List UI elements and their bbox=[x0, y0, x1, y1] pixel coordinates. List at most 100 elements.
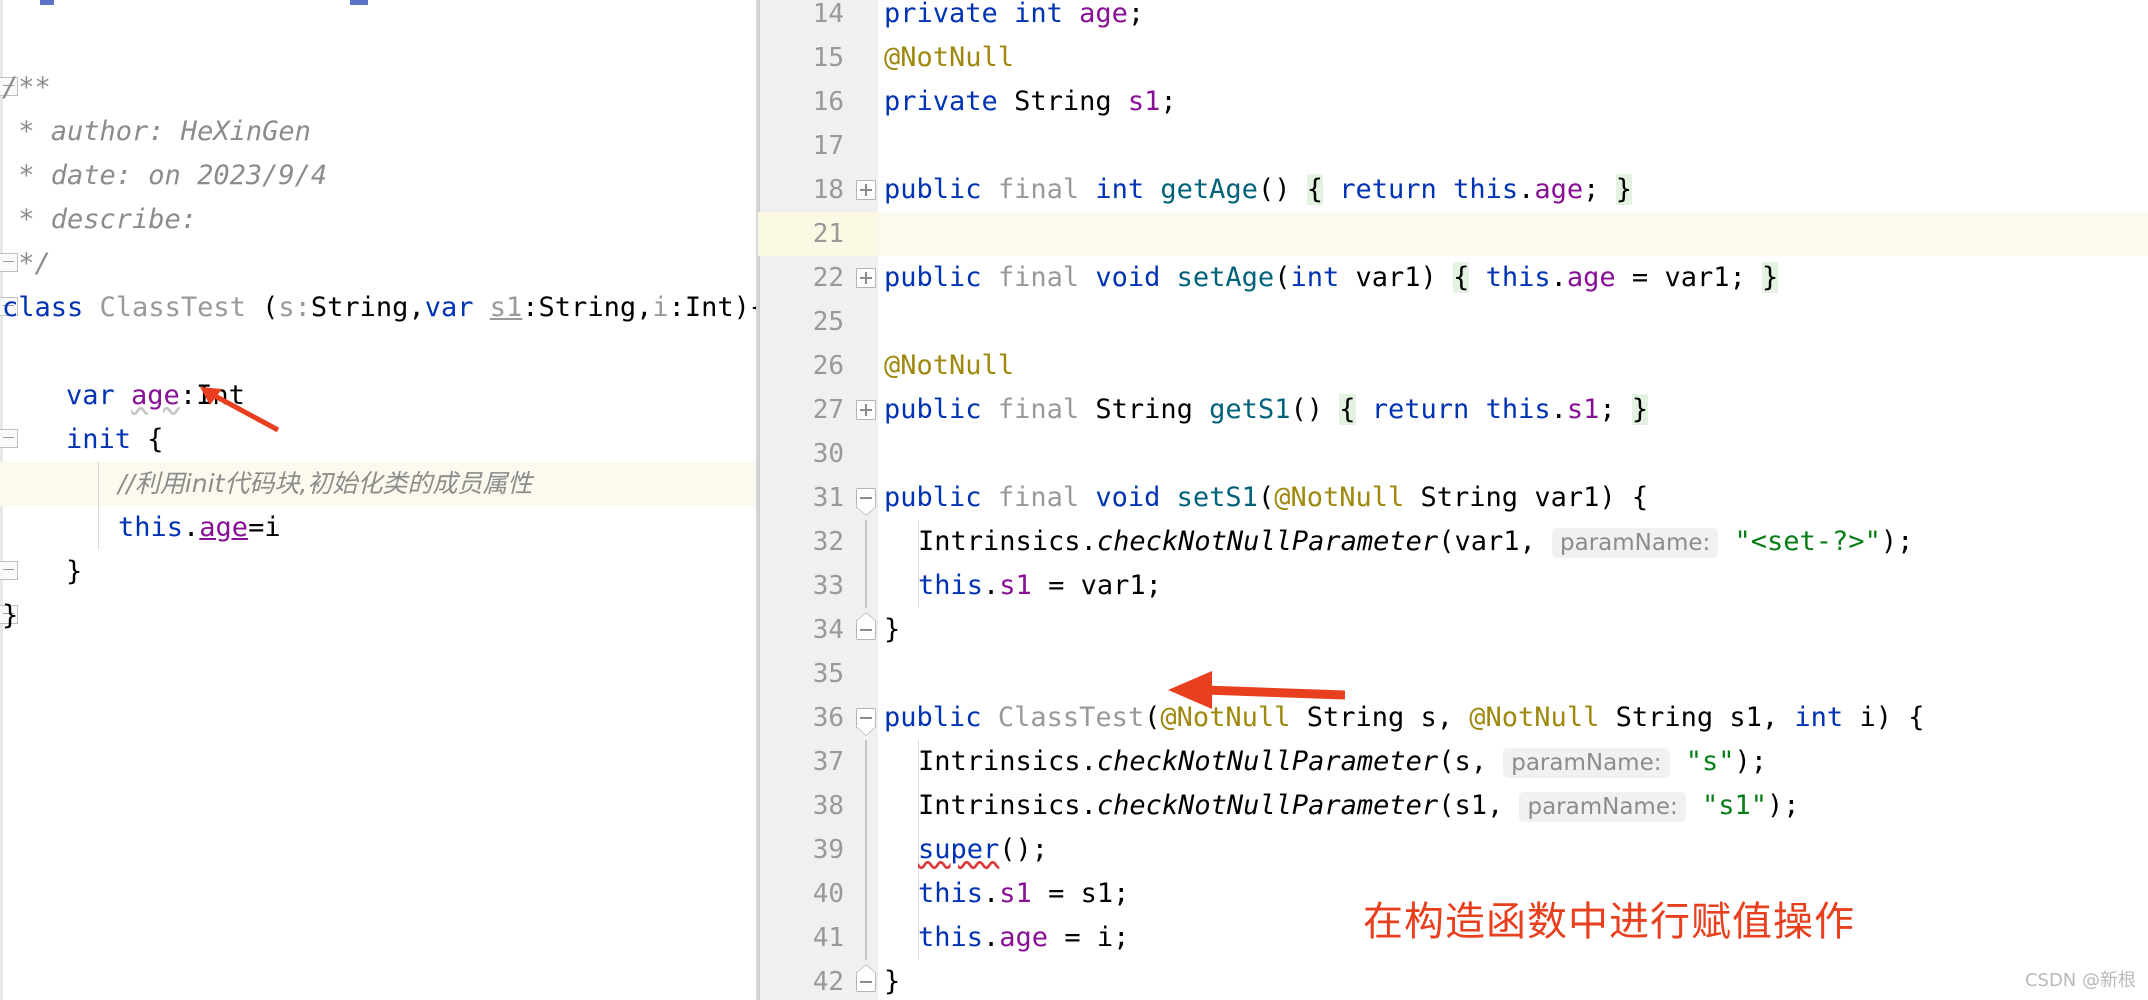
code-row[interactable]: 26 @NotNull bbox=[758, 344, 2148, 388]
line-number: 25 bbox=[812, 307, 844, 337]
super-call: super bbox=[918, 834, 1000, 865]
kw-this: this bbox=[118, 512, 184, 543]
annotation-notnull: @NotNull bbox=[884, 42, 1015, 73]
fold-collapse-tail bbox=[855, 726, 877, 736]
code-row[interactable]: 32 Intrinsics.checkNotNullParameter(var1… bbox=[758, 520, 2148, 564]
indent-guide bbox=[98, 506, 99, 550]
line-number: 21 bbox=[812, 219, 844, 249]
code-row[interactable]: 39 super(); bbox=[758, 828, 2148, 872]
code-line[interactable]: */ bbox=[0, 242, 756, 286]
code-row[interactable]: 33 this.s1 = var1; bbox=[758, 564, 2148, 608]
kdoc-close: */ bbox=[2, 248, 51, 279]
line-number: 30 bbox=[812, 439, 844, 469]
param-s1: s1 bbox=[489, 292, 523, 323]
param-i: i bbox=[652, 292, 669, 323]
property-age-ref: age bbox=[199, 512, 249, 543]
line-number: 26 bbox=[812, 351, 844, 381]
line-number: 39 bbox=[812, 835, 844, 865]
code-line-comment-highlighted[interactable]: //利用init代码块,初始化类的成员属性 bbox=[0, 462, 756, 506]
param-hint: paramName: bbox=[1503, 748, 1670, 778]
string-literal: "<set-?>" bbox=[1718, 526, 1881, 557]
decompiled-java-editor[interactable]: 14 private int age; 15 @NotNull 16 priva… bbox=[758, 0, 2148, 1000]
fold-expand-icon[interactable] bbox=[856, 180, 876, 200]
param-hint: paramName: bbox=[1519, 792, 1686, 822]
line-number: 41 bbox=[812, 923, 844, 953]
code-row[interactable]: 30 bbox=[758, 432, 2148, 476]
code-row[interactable]: 18 public final int getAge() { return th… bbox=[758, 168, 2148, 212]
fold-spine bbox=[865, 916, 867, 960]
code-line[interactable] bbox=[0, 22, 756, 66]
code-row[interactable]: 14 private int age; bbox=[758, 0, 2148, 36]
indent-guide bbox=[98, 462, 99, 506]
fold-spine bbox=[865, 740, 867, 784]
code-line[interactable] bbox=[0, 330, 756, 374]
code-line[interactable]: /** bbox=[0, 66, 756, 110]
line-number: 22 bbox=[812, 263, 844, 293]
code-row[interactable]: 42 } bbox=[758, 960, 2148, 1000]
line-number: 35 bbox=[812, 659, 844, 689]
clip-fragment bbox=[350, 0, 368, 5]
line-number: 38 bbox=[812, 791, 844, 821]
code-row[interactable]: 16 private String s1; bbox=[758, 80, 2148, 124]
code-line-assign-age[interactable]: this.age=i bbox=[0, 506, 756, 550]
code-line[interactable]: * describe: bbox=[0, 198, 756, 242]
code-row[interactable]: 27 public final String getS1() { return … bbox=[758, 388, 2148, 432]
red-annotation-note: 在构造函数中进行赋值操作 bbox=[1363, 899, 1855, 945]
code-row[interactable]: 25 bbox=[758, 300, 2148, 344]
code-row[interactable]: 17 bbox=[758, 124, 2148, 168]
kw-init: init bbox=[66, 424, 132, 455]
code-line[interactable]: * author: HeXinGen bbox=[0, 110, 756, 154]
property-age: age bbox=[131, 380, 180, 411]
fold-end-icon[interactable] bbox=[856, 972, 876, 992]
fold-spine bbox=[865, 564, 867, 608]
method-getage: getAge bbox=[1160, 174, 1258, 205]
fold-icon[interactable] bbox=[0, 429, 18, 448]
fold-expand-icon[interactable] bbox=[856, 268, 876, 288]
line-number: 37 bbox=[812, 747, 844, 777]
line-number: 34 bbox=[812, 615, 844, 645]
annotation-notnull: @NotNull bbox=[884, 350, 1015, 381]
code-row[interactable]: 34 } bbox=[758, 608, 2148, 652]
line-number: 32 bbox=[812, 527, 844, 557]
kdoc-author: * author: HeXinGen bbox=[2, 116, 311, 147]
fold-collapse-icon[interactable] bbox=[856, 708, 876, 728]
code-row[interactable]: 38 Intrinsics.checkNotNullParameter(s1, … bbox=[758, 784, 2148, 828]
code-line-class-decl[interactable]: class ClassTest (s:String,var s1:String,… bbox=[0, 286, 760, 330]
fold-expand-icon[interactable] bbox=[856, 400, 876, 420]
code-row-highlighted[interactable]: 21 bbox=[758, 212, 2148, 256]
code-row[interactable]: 22 public final void setAge(int var1) { … bbox=[758, 256, 2148, 300]
code-row[interactable]: 35 bbox=[758, 652, 2148, 696]
kdoc-open: /** bbox=[2, 72, 51, 103]
line-number: 16 bbox=[812, 87, 844, 117]
csdn-watermark: CSDN @新根 bbox=[2024, 970, 2136, 991]
method-sets1: setS1 bbox=[1176, 482, 1258, 513]
fold-collapse-icon[interactable] bbox=[856, 488, 876, 508]
class-name: ClassTest bbox=[99, 292, 246, 323]
line-number: 36 bbox=[812, 703, 844, 733]
kdoc-date: * date: on 2023/9/4 bbox=[2, 160, 328, 191]
code-line[interactable]: } bbox=[0, 550, 756, 594]
method-checknotnullparameter: checkNotNullParameter bbox=[1096, 526, 1439, 557]
code-row[interactable]: 37 Intrinsics.checkNotNullParameter(s, p… bbox=[758, 740, 2148, 784]
param-s: s bbox=[278, 292, 295, 323]
code-row-constructor[interactable]: 36 public ClassTest(@NotNull String s, @… bbox=[758, 696, 2148, 740]
type-int: Int bbox=[196, 380, 245, 411]
field-age: age bbox=[1079, 0, 1128, 29]
method-setage: setAge bbox=[1176, 262, 1275, 293]
code-line-init[interactable]: init { bbox=[0, 418, 756, 462]
code-line[interactable]: * date: on 2023/9/4 bbox=[0, 154, 756, 198]
string-literal: "s" bbox=[1669, 746, 1735, 777]
kw-var: var bbox=[424, 292, 474, 323]
line-number: 40 bbox=[812, 879, 844, 909]
code-line-var-age[interactable]: var age:Int bbox=[0, 374, 756, 418]
type-string: String bbox=[310, 292, 409, 323]
fold-end-head bbox=[855, 964, 877, 974]
method-gets1: getS1 bbox=[1209, 394, 1291, 425]
fold-icon[interactable] bbox=[0, 561, 18, 580]
code-row[interactable]: 31 public final void setS1(@NotNull Stri… bbox=[758, 476, 2148, 520]
code-line[interactable]: } bbox=[0, 594, 756, 638]
kotlin-source-editor[interactable]: /** * author: HeXinGen * date: on 2023/9… bbox=[0, 0, 760, 1000]
fold-end-icon[interactable] bbox=[856, 620, 876, 640]
class-intrinsics: Intrinsics bbox=[918, 526, 1081, 557]
code-row[interactable]: 15 @NotNull bbox=[758, 36, 2148, 80]
